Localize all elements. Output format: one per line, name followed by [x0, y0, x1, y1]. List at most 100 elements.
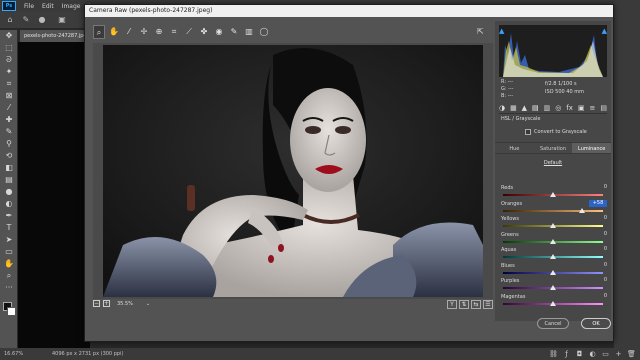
- tab-luminance[interactable]: Luminance: [572, 143, 612, 153]
- brush-preset-icon[interactable]: ✎: [20, 15, 32, 26]
- menu-edit[interactable]: Edit: [42, 3, 54, 10]
- copy-settings-icon[interactable]: ⇆: [471, 300, 481, 309]
- color-sampler-icon[interactable]: ✢: [138, 25, 150, 39]
- tab-split-toning-icon[interactable]: ▥: [544, 103, 551, 113]
- slider-thumb[interactable]: [579, 207, 585, 213]
- slider-thumb[interactable]: [550, 223, 556, 228]
- home-icon[interactable]: ⌂: [4, 15, 16, 26]
- tab-effects-icon[interactable]: fx: [566, 103, 573, 113]
- slider-yellows[interactable]: Yellows 0: [501, 215, 607, 231]
- tab-detail-icon[interactable]: ▲: [522, 103, 527, 113]
- tab-snapshots-icon[interactable]: ▤: [600, 103, 607, 113]
- zoom-tool-icon[interactable]: ⌕: [0, 270, 18, 282]
- graduated-filter-icon[interactable]: ▥: [243, 25, 255, 39]
- slider-thumb[interactable]: [550, 238, 556, 244]
- lasso-tool-icon[interactable]: ᘐ: [0, 54, 18, 66]
- slider-thumb[interactable]: [550, 254, 556, 259]
- default-link[interactable]: Default: [495, 160, 611, 166]
- move-tool-icon[interactable]: ✥: [0, 30, 18, 42]
- slider-greens[interactable]: Greens 0: [501, 231, 607, 247]
- grayscale-checkbox[interactable]: [525, 129, 531, 135]
- mode-icon[interactable]: ▣: [56, 15, 68, 26]
- type-tool-icon[interactable]: T: [0, 222, 18, 234]
- clone-stamp-icon[interactable]: ⚲: [0, 138, 18, 150]
- tab-presets-icon[interactable]: ≡: [589, 103, 595, 113]
- slider-track[interactable]: [503, 209, 603, 212]
- slider-value[interactable]: 0: [589, 215, 607, 222]
- hand-tool-icon[interactable]: ✋: [0, 258, 18, 270]
- frame-tool-icon[interactable]: ⊠: [0, 90, 18, 102]
- new-layer-icon[interactable]: +: [612, 348, 625, 360]
- white-balance-tool-icon[interactable]: ⁄: [123, 25, 135, 39]
- eyedropper-icon[interactable]: ⁄: [0, 102, 18, 114]
- tab-hsl-icon[interactable]: ▤: [532, 103, 539, 113]
- link-layers-icon[interactable]: ⛓: [547, 348, 560, 360]
- preview-preferences-icon[interactable]: ☰: [483, 300, 493, 309]
- folder-icon[interactable]: ▭: [599, 348, 612, 360]
- dodge-tool-icon[interactable]: ◐: [0, 198, 18, 210]
- document-tab[interactable]: pexels-photo-247287.jpeg: [20, 30, 90, 42]
- blur-tool-icon[interactable]: ●: [0, 186, 18, 198]
- radial-filter-icon[interactable]: ◯: [258, 25, 270, 39]
- before-after-toggle-icon[interactable]: Y: [447, 300, 457, 309]
- zoom-out-button[interactable]: −: [93, 300, 100, 307]
- brush-size-icon[interactable]: ●: [36, 15, 48, 26]
- path-select-icon[interactable]: ➤: [0, 234, 18, 246]
- slider-thumb[interactable]: [550, 285, 556, 290]
- adjustment-brush-icon[interactable]: ✎: [228, 25, 240, 39]
- color-swatches[interactable]: [0, 300, 18, 318]
- zoom-tool-icon[interactable]: ⌕: [93, 25, 105, 39]
- fx-icon[interactable]: ƒ: [560, 348, 573, 360]
- zoom-in-button[interactable]: +: [103, 300, 110, 307]
- slider-value[interactable]: 0: [589, 231, 607, 238]
- eraser-icon[interactable]: ◧: [0, 162, 18, 174]
- marquee-tool-icon[interactable]: ⬚: [0, 42, 18, 54]
- hand-tool-icon[interactable]: ✋: [108, 25, 120, 39]
- brush-tool-icon[interactable]: ✎: [0, 126, 18, 138]
- slider-aquas[interactable]: Aquas 0: [501, 246, 607, 262]
- slider-value[interactable]: 0: [589, 262, 607, 269]
- crop-tool-icon[interactable]: ⌗: [168, 25, 180, 39]
- fullscreen-icon[interactable]: ⇱: [477, 27, 489, 37]
- tab-hue[interactable]: Hue: [495, 143, 534, 153]
- slider-value[interactable]: 0: [589, 277, 607, 284]
- spot-removal-icon[interactable]: ✤: [198, 25, 210, 39]
- adjustment-icon[interactable]: ◐: [586, 348, 599, 360]
- menu-file[interactable]: File: [24, 3, 34, 10]
- convert-to-grayscale[interactable]: Convert to Grayscale: [525, 129, 587, 135]
- slider-purples[interactable]: Purples 0: [501, 277, 607, 293]
- trash-icon[interactable]: 🗑: [625, 348, 638, 360]
- tab-basic-icon[interactable]: ◑: [499, 103, 505, 113]
- mask-icon[interactable]: ◘: [573, 348, 586, 360]
- swap-settings-icon[interactable]: ⇅: [459, 300, 469, 309]
- slider-oranges[interactable]: Oranges +58: [501, 199, 607, 216]
- healing-brush-icon[interactable]: ✚: [0, 114, 18, 126]
- slider-blues[interactable]: Blues 0: [501, 262, 607, 278]
- rectangle-tool-icon[interactable]: ▭: [0, 246, 18, 258]
- history-brush-icon[interactable]: ⟲: [0, 150, 18, 162]
- slider-value[interactable]: 0: [589, 293, 607, 300]
- slider-value[interactable]: 0: [589, 246, 607, 253]
- zoom-dropdown-icon[interactable]: ⌄: [146, 301, 150, 307]
- tab-lens-icon[interactable]: ◎: [555, 103, 561, 113]
- targeted-adjustment-icon[interactable]: ⊕: [153, 25, 165, 39]
- crop-icon[interactable]: ⌗: [0, 78, 18, 90]
- slider-thumb[interactable]: [550, 300, 556, 306]
- preview-image[interactable]: [103, 45, 483, 297]
- slider-magentas[interactable]: Magentas 0: [501, 293, 607, 309]
- slider-reds[interactable]: Reds 0: [501, 184, 607, 200]
- slider-value[interactable]: +58: [589, 199, 607, 207]
- tab-calibration-icon[interactable]: ▣: [578, 103, 585, 113]
- menu-image[interactable]: Image: [62, 3, 81, 10]
- tab-tone-curve-icon[interactable]: ▦: [510, 103, 517, 113]
- ok-button[interactable]: OK: [581, 318, 611, 329]
- cancel-button[interactable]: Cancel: [537, 318, 569, 329]
- slider-thumb[interactable]: [550, 192, 556, 197]
- straighten-tool-icon[interactable]: ⟋: [183, 25, 195, 39]
- more-tools-icon[interactable]: ···: [0, 282, 18, 294]
- tab-saturation[interactable]: Saturation: [534, 143, 573, 153]
- slider-value[interactable]: 0: [589, 184, 607, 191]
- quick-select-icon[interactable]: ✦: [0, 66, 18, 78]
- pen-tool-icon[interactable]: ✒: [0, 210, 18, 222]
- red-eye-icon[interactable]: ◉: [213, 25, 225, 39]
